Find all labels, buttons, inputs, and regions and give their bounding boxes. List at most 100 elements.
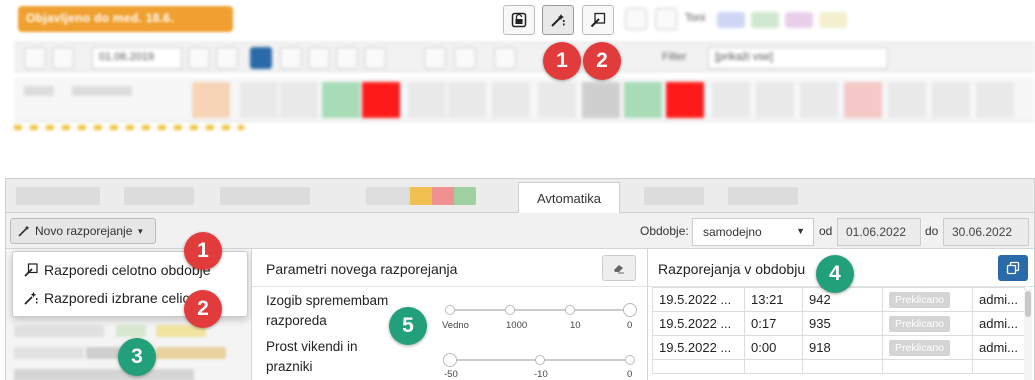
blurred-row	[14, 325, 104, 337]
view-button[interactable]	[250, 47, 272, 69]
header-cell	[976, 82, 1014, 118]
header-cell	[624, 82, 662, 118]
new-schedule-button[interactable]: Novo razporejanje ▼	[10, 218, 156, 244]
header-cell	[408, 82, 446, 118]
tone-label: Toni	[685, 12, 706, 24]
header-cell	[888, 82, 926, 118]
tool-button[interactable]	[336, 47, 358, 69]
slider-handle[interactable]	[443, 353, 457, 367]
table-row[interactable]: 19.5.2022 ... 0:00 918 Preklicano admi..…	[652, 335, 1026, 360]
cell-status: Preklicano	[882, 287, 973, 312]
callout-badge-3: 3	[118, 338, 156, 376]
period-select-value: samodejno	[703, 225, 762, 239]
published-banner-text: Objavljeno do med. 18.6.	[26, 11, 174, 25]
first-button[interactable]	[24, 47, 46, 69]
header-cell	[756, 82, 794, 118]
tab-blurred[interactable]	[16, 187, 100, 205]
cell-id: 918	[802, 335, 883, 360]
header-cell	[24, 86, 54, 96]
copy-icon	[1006, 261, 1020, 275]
automation-panel: Avtomatika Novo razporejanje ▼ Obdobje: …	[5, 178, 1035, 380]
parameters-title: Parametri novega razporejanja	[266, 261, 458, 277]
last-button[interactable]	[216, 47, 238, 69]
cell-time: 0:00	[744, 335, 803, 360]
menu-item-selected-cells[interactable]: Razporedi izbrane celice	[23, 290, 197, 306]
table-row[interactable]: 19.5.2022 ... 0:17 935 Preklicano admi..…	[652, 311, 1026, 336]
copy-button[interactable]	[655, 8, 677, 30]
schedule-whole-button[interactable]	[582, 5, 614, 35]
cell-user: admi...	[971, 311, 1026, 336]
blurred-row	[156, 347, 226, 359]
filter-select[interactable]: [prikaži vse]	[708, 47, 888, 69]
tool-button[interactable]	[308, 47, 330, 69]
tool-button[interactable]	[280, 47, 302, 69]
tab-avtomatika[interactable]: Avtomatika	[518, 182, 620, 214]
schedules-scrollbar[interactable]	[1024, 289, 1032, 380]
tone-chip[interactable]	[819, 12, 847, 28]
header-cell	[72, 86, 132, 96]
cell-id	[802, 359, 883, 374]
tab-blurred[interactable]	[728, 187, 798, 205]
caret-down-icon: ▼	[796, 226, 805, 236]
tool-button[interactable]	[424, 47, 446, 69]
period-label: Obdobje:	[640, 224, 689, 238]
cell-user	[971, 359, 1026, 374]
print-button[interactable]	[625, 8, 647, 30]
callout-badge-2: 2	[184, 290, 222, 328]
tone-chip[interactable]	[785, 12, 813, 28]
top-toolbar-right: Toni	[625, 8, 1025, 32]
schedules-table: 19.5.2022 ... 13:21 942 Preklicano admi.…	[652, 287, 1026, 374]
slider-stop	[565, 305, 575, 315]
change-avoid-slider[interactable]	[445, 303, 637, 317]
status-badge: Preklicano	[889, 316, 951, 332]
parameters-header: Parametri novega razporejanja	[252, 249, 648, 287]
lock-button[interactable]	[503, 5, 535, 35]
cell-time	[744, 359, 803, 374]
tab-blurred[interactable]	[644, 187, 704, 205]
tab-blurred[interactable]	[124, 187, 194, 205]
table-row[interactable]	[652, 359, 1026, 374]
slider-tick-label: Vedno	[442, 320, 469, 331]
cell-time: 13:21	[744, 287, 803, 312]
published-banner[interactable]: Objavljeno do med. 18.6.	[18, 6, 233, 32]
tab-blurred[interactable]	[220, 187, 310, 205]
param-weekends-label-2: prazniki	[266, 359, 313, 374]
header-cell	[712, 82, 750, 118]
cell-id: 935	[802, 311, 883, 336]
tool-button[interactable]	[454, 47, 476, 69]
weekends-slider[interactable]	[443, 353, 635, 367]
slider-tick-label: -50	[444, 369, 458, 380]
to-label: do	[925, 224, 939, 238]
tab-blurred[interactable]	[366, 187, 476, 205]
next-button[interactable]	[188, 47, 210, 69]
prev-button[interactable]	[52, 47, 74, 69]
reset-params-button[interactable]	[602, 255, 636, 281]
period-select[interactable]: samodejno ▼	[692, 218, 814, 246]
cell-status	[882, 359, 973, 374]
cell-date: 19.5.2022 ...	[652, 287, 745, 312]
tone-chip[interactable]	[717, 12, 745, 28]
navigation-toolbar: 01.06.2019 Filter [prikaži vse]	[14, 42, 1035, 72]
blurred-row	[116, 325, 146, 337]
header-cell	[192, 82, 230, 118]
magic-wand-icon	[551, 14, 565, 27]
magic-wand-icon	[18, 225, 30, 237]
from-date-field[interactable]: 01.06.2022	[837, 218, 921, 246]
menu-item-whole-period-label: Razporedi celotno obdobje	[44, 262, 211, 278]
wand-frame-icon	[590, 12, 606, 28]
copy-schedule-button[interactable]	[998, 255, 1028, 281]
tool-button[interactable]	[364, 47, 386, 69]
slider-handle[interactable]	[623, 303, 637, 317]
cell-user: admi...	[971, 287, 1026, 312]
tool-button[interactable]	[494, 47, 516, 69]
header-cell	[666, 82, 704, 118]
header-cell	[280, 82, 318, 118]
scrollbar-thumb[interactable]	[1025, 291, 1031, 317]
to-date-field[interactable]: 30.06.2022	[943, 218, 1029, 246]
header-cell	[582, 82, 620, 118]
header-cell	[448, 82, 486, 118]
date-field[interactable]: 01.06.2019	[92, 47, 182, 69]
schedule-selected-button[interactable]	[542, 5, 574, 35]
menu-item-whole-period[interactable]: Razporedi celotno obdobje	[23, 262, 211, 278]
tone-chip[interactable]	[751, 12, 779, 28]
